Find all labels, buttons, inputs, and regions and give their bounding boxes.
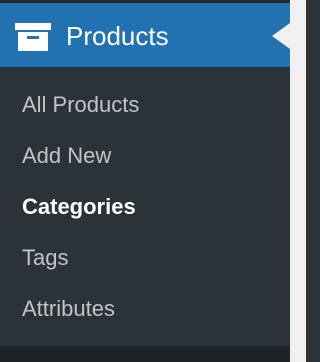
active-menu-indicator [272,23,290,49]
content-area-edge [290,0,306,362]
products-menu-header[interactable]: Products [0,3,290,67]
submenu-item-attributes[interactable]: Attributes [22,293,115,325]
submenu-item-tags[interactable]: Tags [22,242,68,274]
admin-sidebar: Products All Products Add New Categories… [0,0,306,362]
submenu-item-categories[interactable]: Categories [22,191,136,223]
submenu-item-all-products[interactable]: All Products [22,89,139,121]
products-submenu: All Products Add New Categories Tags Att… [0,67,290,346]
next-menu-section [0,346,290,362]
products-menu-title: Products [66,21,169,51]
submenu-item-add-new[interactable]: Add New [22,140,111,172]
archive-box-icon [15,23,51,51]
